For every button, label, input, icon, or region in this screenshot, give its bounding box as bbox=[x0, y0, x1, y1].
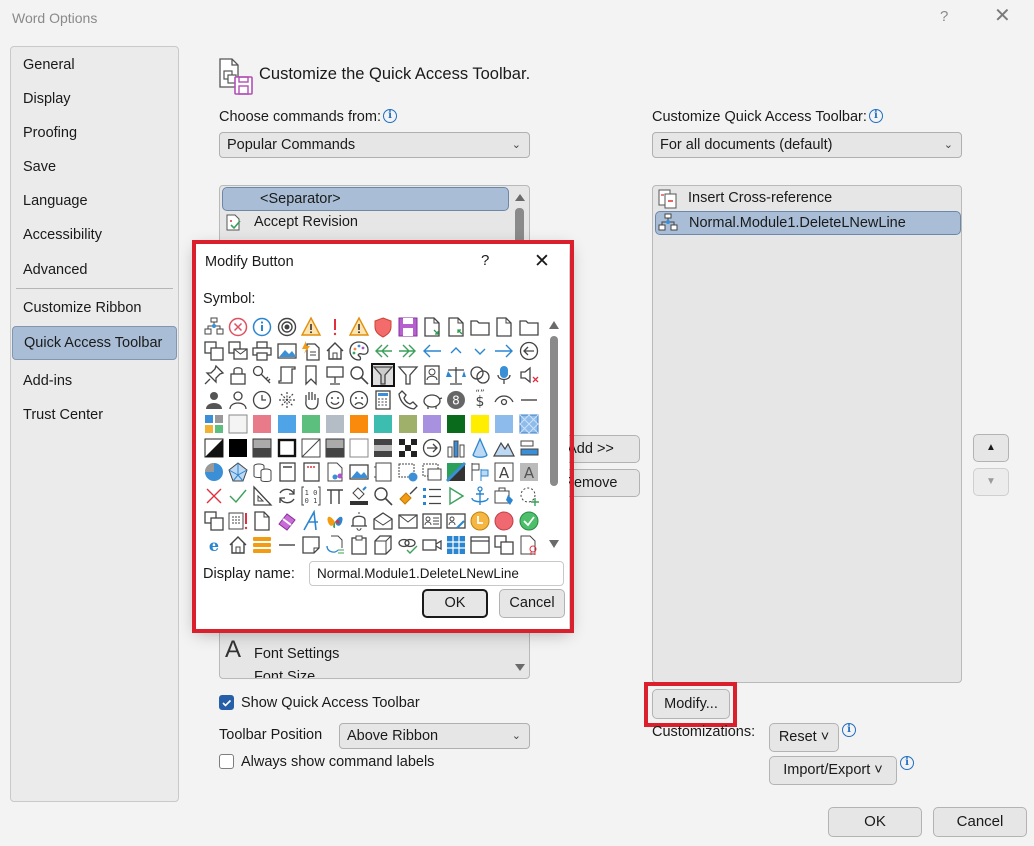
close-button[interactable]: ✕ bbox=[994, 6, 1011, 26]
font-settings-icon: A bbox=[225, 636, 242, 663]
info-icon[interactable]: i bbox=[868, 109, 883, 123]
list-item-label: Font Size bbox=[254, 669, 316, 679]
accept-revision-icon bbox=[225, 214, 243, 239]
toolbar-position-label: Toolbar Position bbox=[219, 727, 323, 743]
show-qat-label[interactable]: Show Quick Access Toolbar bbox=[241, 695, 420, 711]
list-item-label: Accept Revision bbox=[254, 214, 358, 230]
sidebar-divider bbox=[16, 288, 173, 289]
chevron-down-icon: ⌄ bbox=[511, 730, 521, 742]
always-show-labels-checkbox[interactable] bbox=[219, 754, 234, 769]
sidebar-item-customize-ribbon[interactable]: Customize Ribbon bbox=[11, 291, 178, 325]
import-export-button[interactable]: Import/Export ˅ bbox=[769, 756, 897, 785]
list-item-delete-l-new-line[interactable]: Normal.Module1.DeleteLNewLine bbox=[655, 211, 961, 235]
list-item-separator[interactable]: <Separator> bbox=[222, 187, 509, 211]
list-item-font-settings[interactable]: A Font Settings bbox=[222, 638, 509, 667]
info-icon[interactable]: i bbox=[900, 756, 914, 770]
sidebar-item-quick-access-toolbar[interactable]: Quick Access Toolbar bbox=[12, 326, 177, 360]
sidebar-item-general[interactable]: General bbox=[11, 48, 178, 82]
always-show-labels-label[interactable]: Always show command labels bbox=[241, 754, 434, 770]
customize-qat-value: For all documents (default) bbox=[660, 137, 833, 153]
list-item-label: Font Settings bbox=[254, 646, 340, 662]
info-icon[interactable]: i bbox=[382, 109, 397, 123]
list-item-insert-cross-reference[interactable]: Insert Cross-reference bbox=[655, 187, 961, 211]
page-title: Customize the Quick Access Toolbar. bbox=[259, 65, 531, 83]
highlight-box bbox=[644, 682, 737, 727]
list-item-accept-revision[interactable]: Accept Revision bbox=[222, 211, 509, 235]
sidebar-item-accessibility[interactable]: Accessibility bbox=[11, 218, 178, 252]
choose-commands-dropdown[interactable]: Popular Commands ⌄ bbox=[219, 132, 530, 158]
org-chart-icon bbox=[658, 213, 678, 240]
customize-qat-dropdown[interactable]: For all documents (default) ⌄ bbox=[652, 132, 962, 158]
choose-commands-value: Popular Commands bbox=[227, 137, 356, 153]
choose-commands-label: Choose commands from: i bbox=[219, 109, 397, 125]
customize-qat-label: Customize Quick Access Toolbar: i bbox=[652, 109, 883, 125]
toolbar-position-dropdown[interactable]: Above Ribbon ⌄ bbox=[339, 723, 530, 749]
toolbar-items-list[interactable]: Insert Cross-reference Normal.Module1.De… bbox=[652, 185, 962, 683]
list-item-label: Normal.Module1.DeleteLNewLine bbox=[689, 215, 906, 231]
toolbar-position-value: Above Ribbon bbox=[347, 728, 439, 744]
scroll-down-icon[interactable] bbox=[515, 664, 525, 671]
checkmark-icon bbox=[222, 699, 232, 707]
quick-access-toolbar-icon bbox=[218, 57, 254, 95]
sidebar-item-language[interactable]: Language bbox=[11, 184, 178, 218]
dialog-highlight-box bbox=[192, 240, 574, 633]
scrollbar-thumb[interactable] bbox=[515, 208, 524, 244]
help-button[interactable]: ? bbox=[940, 8, 948, 25]
window-title: Word Options bbox=[12, 10, 98, 26]
choose-commands-text: Choose commands from: bbox=[219, 109, 381, 125]
reset-button[interactable]: Reset ˅ bbox=[769, 723, 839, 752]
sidebar-item-add-ins[interactable]: Add-ins bbox=[11, 364, 178, 398]
sidebar: General Display Proofing Save Language A… bbox=[10, 46, 179, 802]
list-item-label: Insert Cross-reference bbox=[688, 190, 833, 206]
chevron-down-icon: ⌄ bbox=[943, 139, 953, 151]
sidebar-item-display[interactable]: Display bbox=[11, 82, 178, 116]
scroll-up-icon[interactable] bbox=[515, 194, 525, 201]
customize-qat-text: Customize Quick Access Toolbar: bbox=[652, 109, 867, 125]
show-qat-checkbox[interactable] bbox=[219, 695, 234, 710]
info-icon[interactable]: i bbox=[842, 723, 856, 737]
sidebar-item-trust-center[interactable]: Trust Center bbox=[11, 398, 178, 432]
move-up-button[interactable]: ▲ bbox=[973, 434, 1009, 462]
sidebar-item-save[interactable]: Save bbox=[11, 150, 178, 184]
sidebar-item-proofing[interactable]: Proofing bbox=[11, 116, 178, 150]
cancel-button[interactable]: Cancel bbox=[933, 807, 1027, 837]
list-item-font-size[interactable]: Font Size bbox=[222, 666, 509, 679]
sidebar-item-advanced[interactable]: Advanced bbox=[11, 253, 178, 287]
move-down-button[interactable]: ▼ bbox=[973, 468, 1009, 496]
ok-button[interactable]: OK bbox=[828, 807, 922, 837]
customizations-label: Customizations: bbox=[652, 724, 756, 740]
chevron-down-icon: ⌄ bbox=[511, 139, 521, 151]
